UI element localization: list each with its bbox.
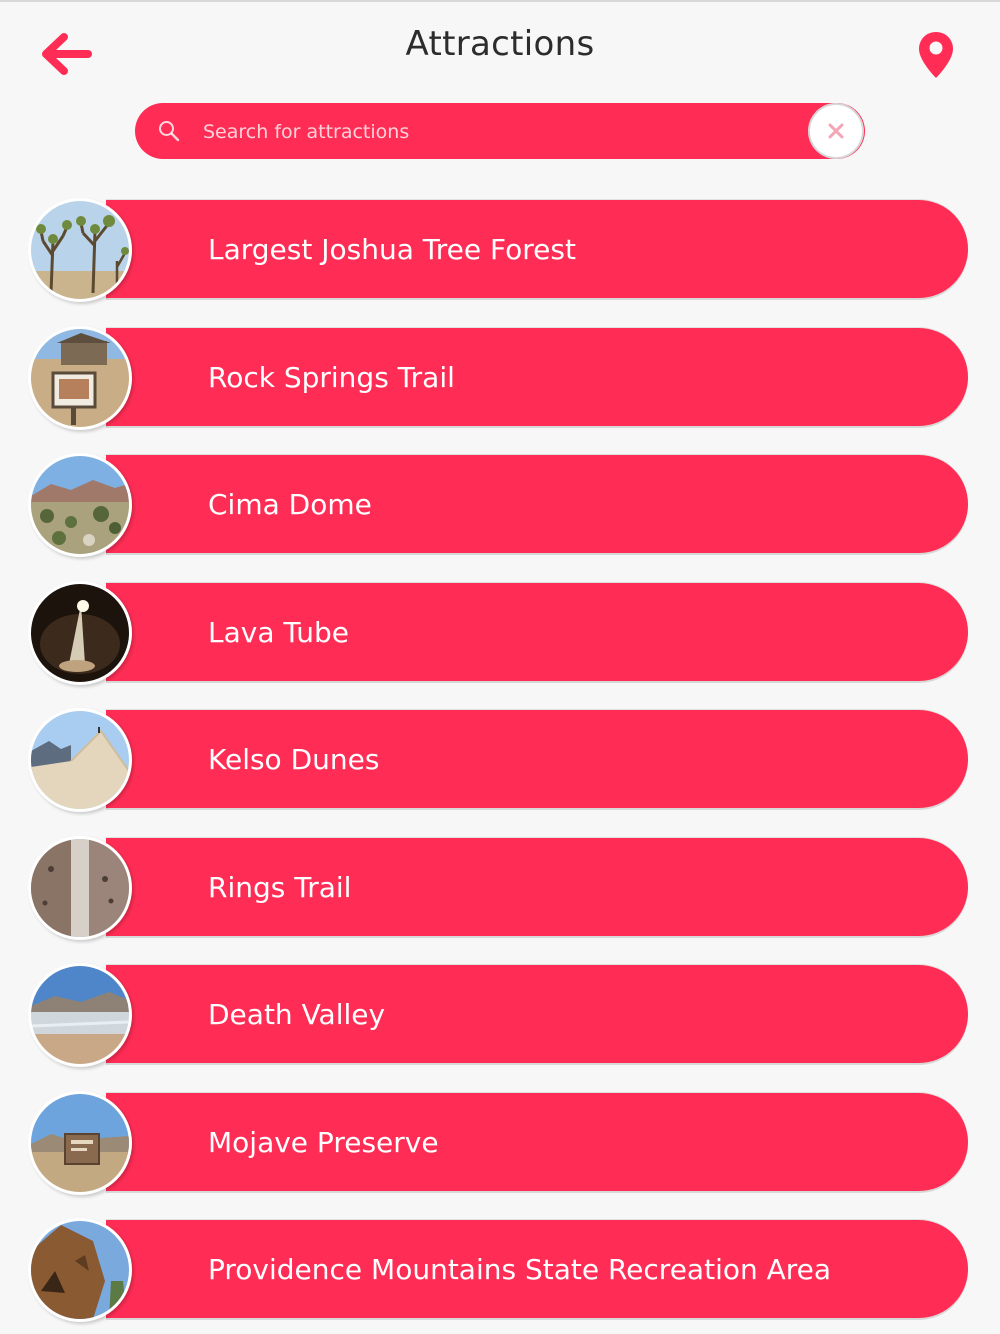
attraction-thumbnail (28, 580, 132, 685)
lava-tube-photo (31, 583, 129, 682)
attraction-row[interactable]: Cima Dome (28, 453, 970, 557)
attraction-label: Largest Joshua Tree Forest (208, 233, 576, 266)
close-icon (828, 123, 844, 139)
attraction-label: Cima Dome (208, 488, 372, 521)
search-bar (135, 103, 865, 159)
attraction-thumbnail (28, 1218, 132, 1322)
attraction-thumbnail (28, 835, 132, 940)
attraction-thumbnail (28, 198, 132, 302)
kelso-dunes-photo (31, 711, 129, 809)
attraction-row[interactable]: Largest Joshua Tree Forest (28, 198, 970, 302)
attraction-row[interactable]: Mojave Preserve (28, 1090, 970, 1195)
attraction-label: Kelso Dunes (208, 743, 380, 776)
attraction-row[interactable]: Rock Springs Trail (28, 325, 970, 430)
header: Attractions (0, 0, 1000, 100)
attraction-label: Rings Trail (208, 870, 352, 904)
attraction-thumbnail (28, 963, 132, 1067)
map-pin-icon (919, 32, 953, 78)
search-input[interactable] (201, 111, 805, 153)
attraction-label: Death Valley (208, 998, 386, 1031)
attraction-thumbnail (28, 708, 132, 812)
attraction-label: Providence Mountains State Recreation Ar… (208, 1253, 832, 1286)
search-icon (159, 121, 180, 142)
attraction-thumbnail (28, 325, 132, 430)
rings-trail-photo (31, 838, 129, 937)
providence-mountains-photo (31, 1221, 129, 1319)
death-valley-photo (31, 966, 129, 1064)
attraction-thumbnail (28, 1090, 132, 1195)
attraction-label: Lava Tube (208, 615, 349, 649)
attraction-label: Rock Springs Trail (208, 360, 455, 394)
attraction-label: Mojave Preserve (208, 1125, 439, 1159)
attraction-row[interactable]: Rings Trail (28, 835, 970, 940)
cima-dome-photo (31, 456, 129, 554)
attraction-row[interactable]: Lava Tube (28, 580, 970, 685)
mojave-preserve-sign-photo (31, 1093, 129, 1192)
attraction-row[interactable]: Death Valley (28, 963, 970, 1067)
map-button[interactable] (910, 26, 962, 84)
attraction-row[interactable]: Providence Mountains State Recreation Ar… (28, 1218, 970, 1322)
attraction-thumbnail (28, 453, 132, 557)
page-title: Attractions (405, 24, 595, 64)
joshua-trees-photo (31, 201, 129, 299)
rock-springs-cabin-photo (31, 328, 129, 427)
attraction-row[interactable]: Kelso Dunes (28, 708, 970, 812)
clear-search-button[interactable] (808, 103, 864, 159)
